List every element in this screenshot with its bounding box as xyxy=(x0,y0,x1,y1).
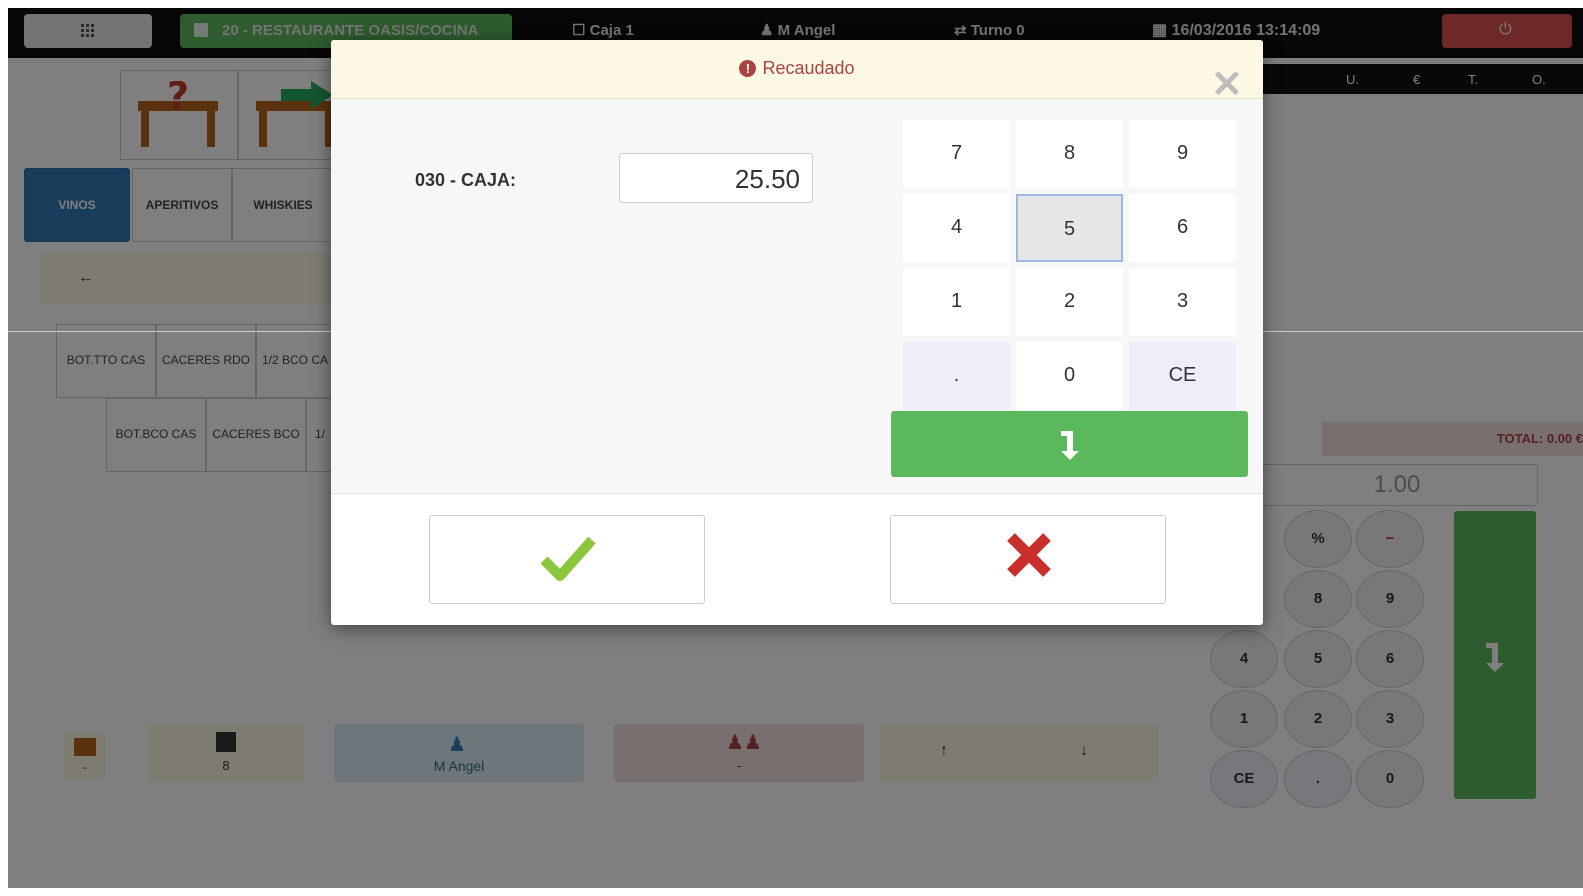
modal-title: ! Recaudado xyxy=(331,58,1263,79)
cash-register-label: 030 - CAJA: xyxy=(415,170,517,190)
cross-icon xyxy=(1007,533,1051,577)
payment-modal: ! Recaudado ✕ 030 - CAJA: 25.50 7 8 9 4 5… xyxy=(331,40,1263,625)
enter-arrow-icon xyxy=(1061,431,1079,460)
cancel-button[interactable] xyxy=(890,515,1166,604)
modal-footer xyxy=(331,493,1263,625)
exclamation-icon: ! xyxy=(739,60,757,77)
key-0[interactable]: 0 xyxy=(1016,342,1123,410)
key-1[interactable]: 1 xyxy=(903,268,1010,336)
key-8[interactable]: 8 xyxy=(1016,120,1123,188)
key-5[interactable]: 5 xyxy=(1016,194,1123,262)
key-decimal[interactable]: . xyxy=(903,342,1010,410)
close-icon[interactable]: ✕ xyxy=(1211,66,1243,104)
modal-header: ! Recaudado ✕ xyxy=(331,40,1263,104)
amount-input[interactable]: 25.50 xyxy=(619,153,813,203)
key-6[interactable]: 6 xyxy=(1129,194,1236,262)
confirm-button[interactable] xyxy=(429,515,705,604)
enter-button[interactable] xyxy=(891,411,1248,477)
key-4[interactable]: 4 xyxy=(903,194,1010,262)
key-clear[interactable]: CE xyxy=(1129,342,1236,410)
key-3[interactable]: 3 xyxy=(1129,268,1236,336)
key-9[interactable]: 9 xyxy=(1129,120,1236,188)
key-2[interactable]: 2 xyxy=(1016,268,1123,336)
key-7[interactable]: 7 xyxy=(903,120,1010,188)
checkmark-icon xyxy=(540,536,596,581)
app-window: 20 - RESTAURANTE OASIS/COCINA ☐ Caja 1 ♟… xyxy=(8,8,1583,888)
